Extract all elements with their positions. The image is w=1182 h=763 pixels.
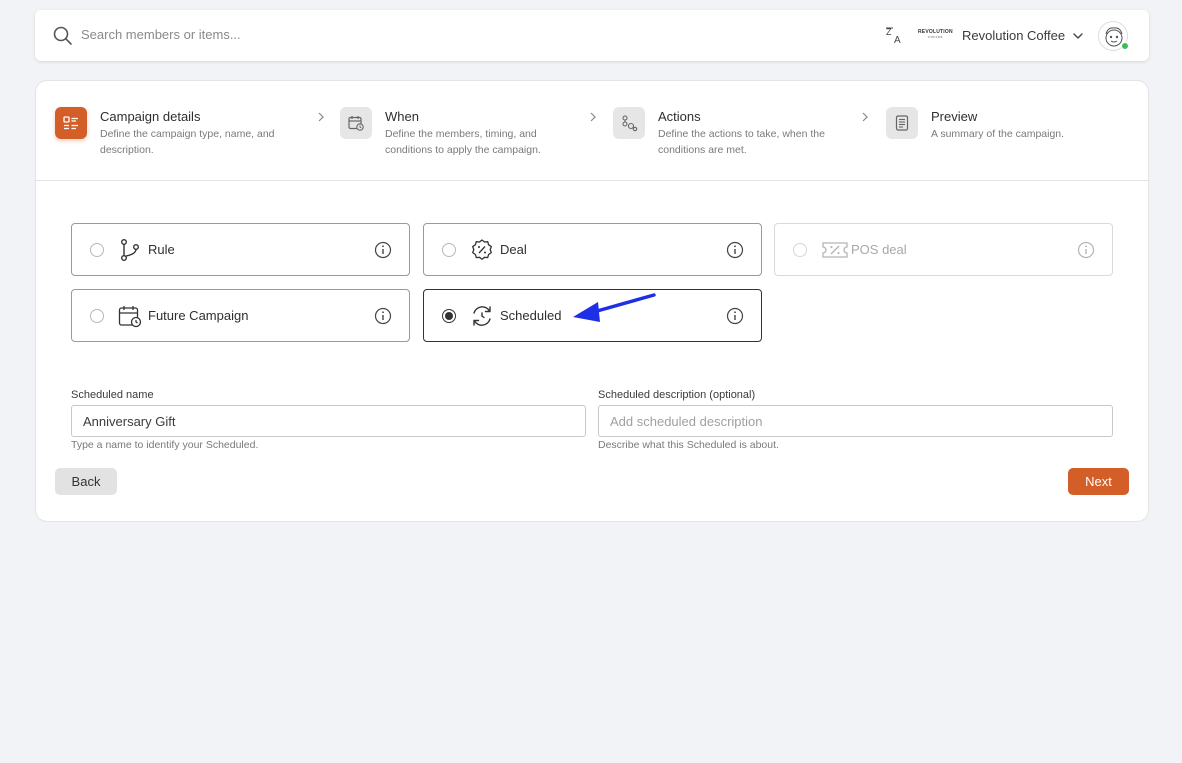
avatar[interactable] — [1098, 21, 1129, 51]
step-title: Preview — [931, 109, 978, 124]
branch-icon — [121, 239, 139, 262]
step-description: A summary of the campaign. — [931, 128, 1065, 140]
type-option-future-campaign[interactable]: Future Campaign — [71, 289, 410, 342]
search-icon — [53, 26, 72, 45]
calendar-clock-icon — [118, 306, 142, 328]
step-description: Define the actions to take, when the con… — [658, 128, 825, 156]
scheduled-name-label: Scheduled name — [71, 389, 154, 401]
step-title: When — [385, 109, 419, 124]
account-name[interactable]: Revolution Coffee — [962, 28, 1065, 43]
info-icon[interactable] — [726, 241, 744, 259]
svg-text:A: A — [894, 35, 901, 45]
info-icon[interactable] — [374, 241, 392, 259]
type-option-deal[interactable]: Deal — [423, 223, 762, 276]
stepper: Campaign details Define the campaign typ… — [36, 81, 1148, 181]
type-label: Scheduled — [500, 308, 562, 323]
step-title: Campaign details — [100, 109, 201, 124]
percent-badge-icon — [472, 239, 492, 260]
type-option-rule[interactable]: Rule — [71, 223, 410, 276]
chevron-right-icon — [862, 112, 868, 122]
step-description: Define the members, timing, and conditio… — [385, 128, 541, 156]
scheduled-description-hint: Describe what this Scheduled is about. — [598, 439, 779, 451]
online-status-dot — [1121, 42, 1129, 50]
radio-scheduled[interactable] — [442, 309, 456, 323]
type-option-pos-deal: POS deal — [774, 223, 1113, 276]
scheduled-name-hint: Type a name to identify your Scheduled. — [71, 439, 259, 451]
scheduled-description-input[interactable] — [598, 405, 1113, 437]
step-description: Define the campaign type, name, and desc… — [100, 128, 275, 156]
type-label: Deal — [500, 242, 527, 257]
info-icon[interactable] — [374, 307, 392, 325]
type-label: Rule — [148, 242, 175, 257]
next-button[interactable]: Next — [1068, 468, 1129, 495]
actions-icon — [613, 107, 645, 139]
chevron-right-icon — [590, 112, 596, 122]
radio-deal[interactable] — [442, 243, 456, 257]
annotation-arrow-icon — [573, 293, 656, 322]
scheduled-description-label: Scheduled description (optional) — [598, 389, 756, 401]
step-title: Actions — [658, 109, 701, 124]
scheduled-name-input[interactable] — [71, 405, 586, 437]
translate-icon[interactable]: Z A — [885, 25, 905, 45]
brand-logo: REVOLUTION COFFEE — [918, 30, 953, 40]
ticket-percent-icon — [822, 242, 848, 258]
back-button[interactable]: Back — [55, 468, 117, 495]
info-icon[interactable] — [726, 307, 744, 325]
calendar-clock-icon — [340, 107, 372, 139]
brand-logo-subtext: COFFEE — [927, 35, 943, 39]
type-label: POS deal — [851, 242, 907, 257]
radio-rule[interactable] — [90, 243, 104, 257]
top-bar: Search members or items... Z A REVOLUTIO… — [35, 10, 1149, 61]
radio-future-campaign[interactable] — [90, 309, 104, 323]
chevron-down-icon[interactable] — [1071, 29, 1085, 43]
type-label: Future Campaign — [148, 308, 249, 323]
list-icon — [55, 107, 87, 139]
document-icon — [886, 107, 918, 139]
search-input[interactable]: Search members or items... — [81, 27, 241, 42]
radio-pos-deal — [793, 243, 807, 257]
info-icon — [1077, 241, 1095, 259]
chevron-right-icon — [318, 112, 324, 122]
refresh-clock-icon — [473, 306, 491, 326]
